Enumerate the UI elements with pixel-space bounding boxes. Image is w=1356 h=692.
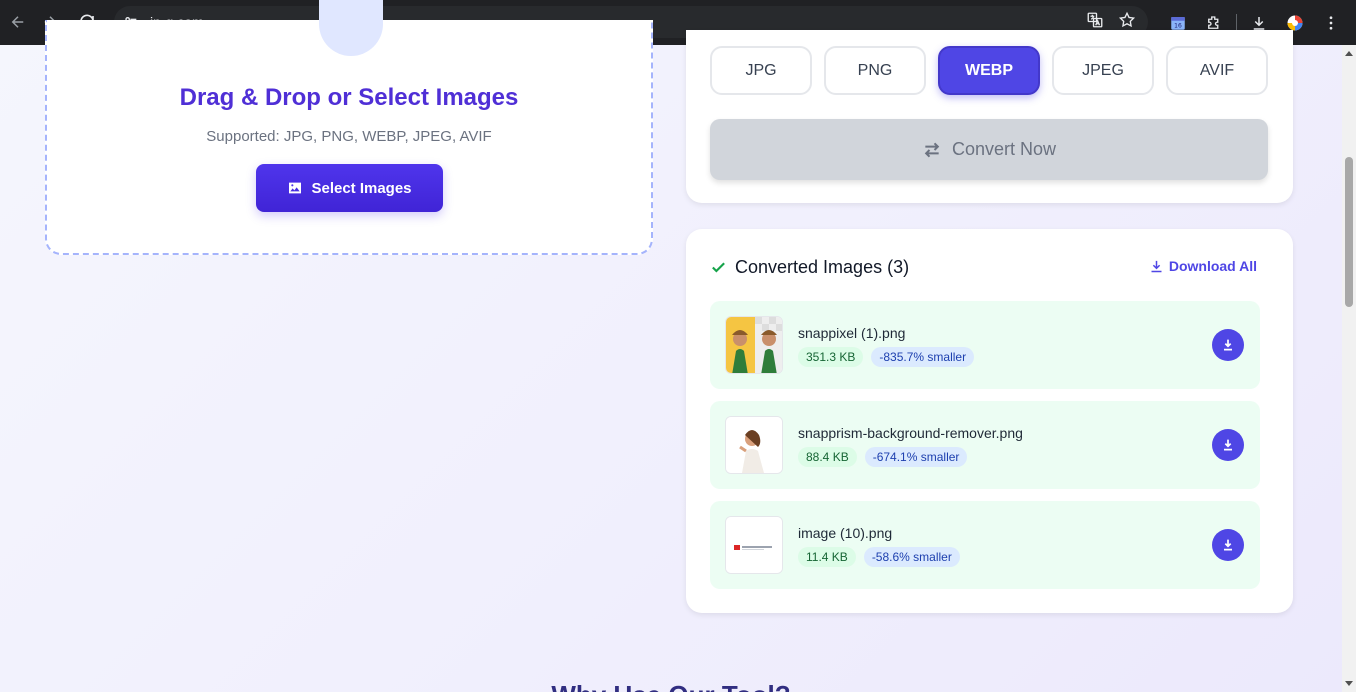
download-file-button[interactable]: [1212, 329, 1244, 361]
download-all-label: Download All: [1168, 258, 1257, 274]
browser-menu-icon[interactable]: [1313, 5, 1349, 41]
converted-title: Converted Images (3): [735, 257, 910, 277]
file-row: snapprism-background-remover.png 88.4 KB…: [710, 401, 1260, 489]
file-badges: 88.4 KB -674.1% smaller: [798, 447, 968, 467]
download-all-button[interactable]: Download All: [1149, 258, 1257, 274]
file-name: snappixel (1).png: [798, 325, 906, 341]
download-file-button[interactable]: [1212, 429, 1244, 461]
upload-icon-circle: [319, 0, 383, 56]
download-file-button[interactable]: [1212, 529, 1244, 561]
section-heading: Why Use Our Tool?: [0, 680, 1342, 692]
download-icon: [1224, 439, 1232, 451]
file-name: image (10).png: [798, 525, 893, 541]
size-change-badge: -674.1% smaller: [864, 447, 968, 467]
convert-now-label: Convert Now: [951, 139, 1057, 159]
arrow-left-icon: [11, 16, 24, 28]
converted-images-card: Converted Images (3) Download All snappi…: [686, 229, 1293, 613]
format-option-jpeg[interactable]: JPEG: [1052, 46, 1154, 95]
download-icon: [1224, 539, 1232, 551]
format-option-jpg[interactable]: JPG: [710, 46, 812, 95]
file-thumbnail: [725, 516, 783, 574]
toolbar-separator: [1236, 13, 1237, 32]
scroll-down-arrow[interactable]: [1345, 681, 1353, 686]
format-option-avif[interactable]: AVIF: [1166, 46, 1268, 95]
file-size-badge: 88.4 KB: [798, 447, 857, 467]
file-thumbnail: [725, 416, 783, 474]
swap-arrows-icon: [924, 142, 940, 157]
page-scrollbar[interactable]: [1342, 45, 1356, 692]
format-option-png[interactable]: PNG: [824, 46, 926, 95]
file-size-badge: 351.3 KB: [798, 347, 864, 367]
svg-text:16: 16: [1174, 22, 1182, 29]
upload-dropzone[interactable]: Drag & Drop or Select Images Supported: …: [45, 0, 653, 255]
size-change-badge: -835.7% smaller: [871, 347, 975, 367]
scroll-up-arrow[interactable]: [1345, 51, 1353, 56]
file-thumbnail: [725, 316, 783, 374]
file-name: snapprism-background-remover.png: [798, 425, 1023, 441]
format-option-webp[interactable]: WEBP: [938, 46, 1040, 95]
format-options: JPG PNG WEBP JPEG AVIF: [710, 46, 1268, 95]
convert-now-button[interactable]: Convert Now: [710, 119, 1268, 180]
file-row: image (10).png 11.4 KB -58.6% smaller: [710, 501, 1260, 589]
image-icon: [289, 182, 302, 194]
select-images-button[interactable]: Select Images: [256, 164, 443, 212]
back-button[interactable]: [0, 4, 36, 40]
converted-header: Converted Images (3): [710, 257, 909, 278]
supported-formats-text: Supported: JPG, PNG, WEBP, JPEG, AVIF: [206, 128, 492, 145]
file-badges: 11.4 KB -58.6% smaller: [798, 547, 960, 567]
download-icon: [1151, 260, 1162, 272]
file-row: snappixel (1).png 351.3 KB -835.7% small…: [710, 301, 1260, 389]
scroll-thumb[interactable]: [1345, 157, 1353, 307]
check-icon: [712, 262, 725, 273]
size-change-badge: -58.6% smaller: [863, 547, 960, 567]
upload-title: Drag & Drop or Select Images: [179, 84, 519, 111]
select-images-label: Select Images: [311, 179, 412, 197]
download-icon: [1224, 339, 1232, 351]
file-size-badge: 11.4 KB: [798, 547, 856, 567]
format-card: JPG PNG WEBP JPEG AVIF Convert Now: [686, 30, 1293, 203]
file-badges: 351.3 KB -835.7% smaller: [798, 347, 975, 367]
